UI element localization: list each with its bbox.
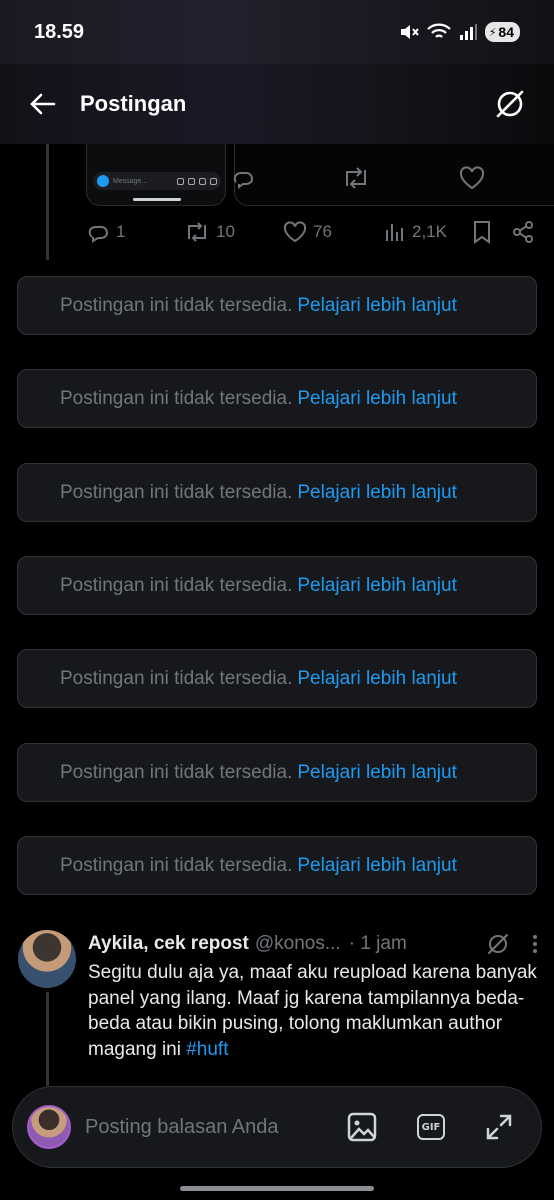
wifi-icon: [426, 23, 451, 38]
repost-count: 10: [216, 222, 235, 241]
repost-button[interactable]: 10: [184, 214, 235, 250]
unavailable-message: Postingan ini tidak tersedia.: [60, 854, 293, 876]
unavailable-post-card: Postingan ini tidak tersedia. Pelajari l…: [17, 556, 537, 615]
avatar[interactable]: [18, 930, 76, 988]
reply-header: Aykila, cek repost @konos... · 1 jam: [88, 930, 538, 958]
unavailable-message: Postingan ini tidak tersedia.: [60, 387, 293, 409]
learn-more-link[interactable]: Pelajari lebih lanjut: [297, 388, 457, 410]
like-button[interactable]: 76: [283, 214, 332, 250]
learn-more-link[interactable]: Pelajari lebih lanjut: [297, 855, 457, 877]
media-thumbnail[interactable]: Message...: [86, 144, 226, 206]
views-icon: [386, 224, 403, 241]
author-handle[interactable]: @konos...: [255, 933, 341, 955]
repost-icon: [346, 167, 366, 189]
unavailable-post-card: Postingan ini tidak tersedia. Pelajari l…: [17, 369, 537, 428]
reply-composer: Posting balasan Anda GIF: [12, 1086, 542, 1168]
expand-icon[interactable]: [485, 1113, 513, 1141]
avatar: [27, 1105, 71, 1149]
reply-icon: [233, 172, 254, 189]
reply-count: 1: [116, 222, 126, 241]
signal-icon: [459, 24, 477, 40]
reply-body: Segitu dulu aja ya, maaf aku reupload ka…: [88, 962, 537, 1060]
battery-level: 84: [498, 24, 514, 40]
camera-icon: [97, 175, 109, 187]
unavailable-message: Postingan ini tidak tersedia.: [60, 667, 293, 689]
status-icons: ⚡ 84: [399, 22, 520, 42]
mini-message-input: Message...: [93, 172, 221, 190]
learn-more-link[interactable]: Pelajari lebih lanjut: [297, 482, 457, 504]
grok-icon[interactable]: [494, 88, 526, 120]
thread-line: [46, 992, 49, 1086]
composer-toolbar: GIF: [347, 1112, 527, 1142]
plus-icon: [210, 177, 217, 185]
unavailable-post-card: Postingan ini tidak tersedia. Pelajari l…: [17, 463, 537, 522]
gesture-bar[interactable]: [180, 1186, 374, 1191]
reply-text: Segitu dulu aja ya, maaf aku reupload ka…: [88, 960, 538, 1062]
unavailable-message: Postingan ini tidak tersedia.: [60, 574, 293, 596]
reply-header-icons: [486, 932, 538, 956]
mini-toolbar-icons: [177, 177, 217, 185]
more-options-icon[interactable]: [532, 934, 538, 954]
unavailable-post-card: Postingan ini tidak tersedia. Pelajari l…: [17, 743, 537, 802]
unavailable-message: Postingan ini tidak tersedia.: [60, 761, 293, 783]
author-name[interactable]: Aykila, cek repost: [88, 933, 249, 955]
thread-line: [46, 144, 49, 260]
grok-icon[interactable]: [486, 932, 510, 956]
unavailable-message: Postingan ini tidak tersedia.: [60, 294, 293, 316]
mute-icon: [400, 25, 419, 39]
unavailable-message: Postingan ini tidak tersedia.: [60, 481, 293, 503]
heart-icon: [459, 166, 485, 190]
learn-more-link[interactable]: Pelajari lebih lanjut: [297, 575, 457, 597]
app-header: Postingan: [0, 64, 554, 144]
learn-more-link[interactable]: Pelajari lebih lanjut: [297, 668, 457, 690]
mic-icon: [177, 177, 184, 185]
reply-icon: [88, 226, 109, 243]
reply-input[interactable]: Posting balasan Anda: [85, 1116, 279, 1139]
reply-button[interactable]: 1: [86, 214, 125, 250]
bookmark-icon[interactable]: [472, 220, 492, 244]
gif-icon[interactable]: GIF: [417, 1114, 445, 1140]
learn-more-link[interactable]: Pelajari lebih lanjut: [297, 295, 457, 317]
gif-label: GIF: [421, 1121, 441, 1133]
status-time: 18.59: [34, 20, 85, 43]
share-icon[interactable]: [512, 220, 534, 244]
views-count: 2,1K: [412, 222, 447, 241]
views-button[interactable]: 2,1K: [384, 214, 447, 250]
post-action-bar: 1 10 76 2,1K: [86, 214, 536, 250]
status-bar: 18.59 ⚡ 84: [0, 0, 554, 64]
unavailable-post-card: Postingan ini tidak tersedia. Pelajari l…: [17, 649, 537, 708]
unavailable-post-card: Postingan ini tidak tersedia. Pelajari l…: [17, 836, 537, 895]
repost-icon: [188, 222, 206, 242]
image-icon[interactable]: [347, 1112, 377, 1142]
battery-icon: ⚡ 84: [484, 22, 520, 42]
unavailable-post-card: Postingan ini tidak tersedia. Pelajari l…: [17, 276, 537, 335]
hashtag-link[interactable]: #huft: [186, 1039, 228, 1060]
heart-icon: [283, 221, 307, 243]
home-indicator: [133, 198, 181, 201]
post-time: · 1 jam: [348, 933, 407, 954]
media-preview[interactable]: [233, 144, 554, 206]
image-icon: [188, 177, 195, 185]
learn-more-link[interactable]: Pelajari lebih lanjut: [297, 762, 457, 784]
back-arrow-icon[interactable]: [28, 92, 56, 116]
sticker-icon: [199, 177, 206, 185]
mini-message-placeholder: Message...: [113, 177, 148, 185]
like-count: 76: [313, 222, 332, 241]
page-title: Postingan: [80, 91, 187, 116]
